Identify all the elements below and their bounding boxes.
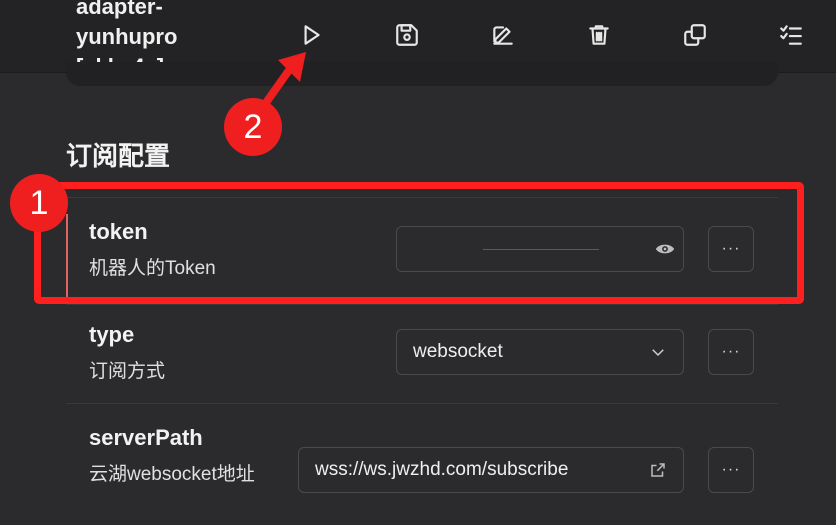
save-icon[interactable] [392, 20, 422, 50]
copy-icon[interactable] [680, 20, 710, 50]
section-title: 订阅配置 [66, 141, 171, 171]
serverpath-more-button[interactable]: ··· [708, 447, 754, 493]
header-card-bottom [66, 62, 778, 86]
type-more-button[interactable]: ··· [708, 329, 754, 375]
highlight-box [34, 182, 804, 304]
external-link-icon[interactable] [633, 461, 683, 479]
serverpath-value: wss://ws.jwzhd.com/subscribe [315, 459, 569, 480]
type-name: type [89, 322, 135, 347]
divider [66, 304, 778, 305]
serverpath-description: 云湖websocket地址 [89, 464, 255, 485]
edit-icon[interactable] [488, 20, 518, 50]
type-description: 订阅方式 [89, 361, 166, 382]
annotation-badge-2: 2 [224, 98, 282, 156]
delete-icon[interactable] [584, 20, 614, 50]
checklist-icon[interactable] [776, 20, 806, 50]
divider [66, 403, 778, 404]
annotation-badge-1: 1 [10, 174, 68, 232]
type-select[interactable]: websocket [396, 329, 684, 375]
type-value: websocket [413, 341, 503, 362]
serverpath-input[interactable]: wss://ws.jwzhd.com/subscribe [298, 447, 684, 493]
serverpath-name: serverPath [89, 425, 203, 450]
chevron-down-icon [633, 343, 683, 361]
